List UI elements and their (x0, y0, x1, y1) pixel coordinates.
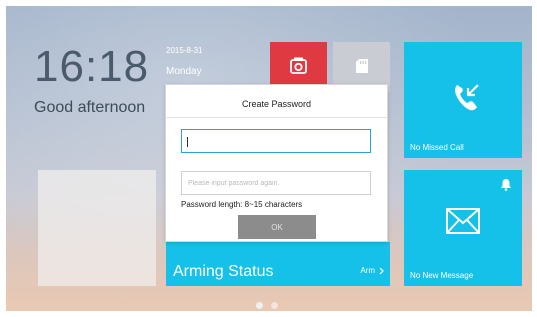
arming-status-label: Arming Status (173, 263, 274, 280)
home-screen: 16:18 Good afternoon 2015-8-31 Monday No… (6, 6, 532, 311)
arm-link[interactable]: Arm (360, 266, 384, 275)
arming-status-tile[interactable]: Arming Status Arm (166, 242, 390, 286)
phone-missed-icon (455, 84, 479, 111)
blank-tile (38, 170, 156, 286)
envelope-icon (446, 208, 480, 234)
page-indicator (256, 302, 278, 309)
password-length-hint: Password length: 8~15 characters (181, 200, 303, 209)
arm-link-label: Arm (360, 266, 375, 275)
clock-time: 16:18 (34, 42, 150, 91)
password-input[interactable] (181, 129, 371, 153)
dialog-title: Create Password (241, 99, 312, 109)
sd-card-icon (356, 59, 368, 73)
ok-button[interactable]: OK (238, 215, 316, 239)
new-message-tile[interactable]: No New Message (404, 170, 522, 286)
chevron-right-icon (379, 267, 384, 274)
new-message-label: No New Message (410, 271, 474, 280)
create-password-dialog: Create Password Password length: 8~15 ch… (165, 84, 388, 242)
bell-icon (501, 179, 511, 191)
camera-icon (290, 57, 307, 74)
greeting: Good afternoon (34, 99, 146, 116)
clock-weekday: Monday (166, 66, 202, 77)
missed-call-tile[interactable]: No Missed Call (404, 42, 522, 158)
missed-call-label: No Missed Call (410, 143, 464, 152)
page-dot[interactable] (271, 302, 278, 309)
text-cursor (187, 137, 188, 147)
confirm-password-input[interactable] (181, 171, 371, 195)
dialog-divider (166, 117, 387, 118)
page-dot-active[interactable] (256, 302, 263, 309)
clock-date: 2015-8-31 (166, 46, 203, 55)
